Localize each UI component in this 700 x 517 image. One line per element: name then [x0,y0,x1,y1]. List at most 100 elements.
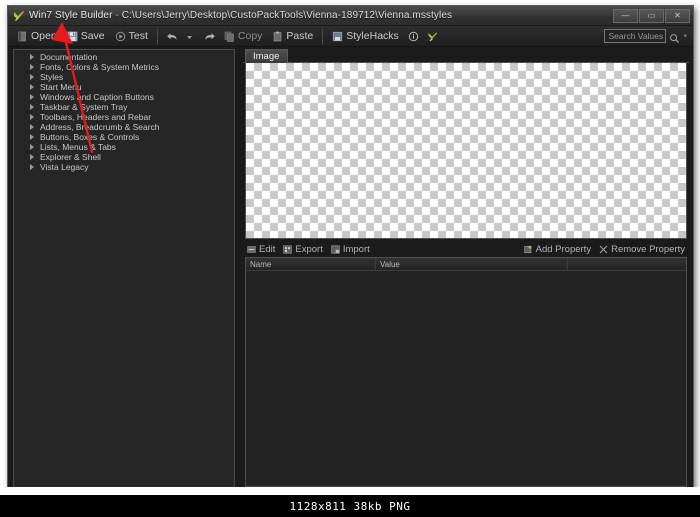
extra-tool-button[interactable] [423,28,442,45]
application-window: Win7 Style Builder - C:\Users\Jerry\Desk… [7,5,694,494]
search-input[interactable]: Search Values [604,29,667,43]
tree-item-label: Start Menu [40,82,82,92]
tree-item-lists-menus-tabs[interactable]: Lists, Menus & Tabs [14,142,234,152]
save-button[interactable]: Save [62,28,110,45]
maximize-icon: ▭ [647,11,656,20]
column-header-extra[interactable] [568,258,686,270]
paste-icon [272,31,283,42]
property-toolbar: Edit Export Import Add Property Remove P… [243,242,689,256]
expand-arrow-icon[interactable] [29,93,36,101]
expand-arrow-icon[interactable] [29,133,36,141]
edit-button-label: Edit [259,243,276,255]
remove-property-button-label: Remove Property [611,243,685,255]
panel-splitter[interactable] [236,49,243,489]
expand-arrow-icon[interactable] [29,143,36,151]
import-button-label: Import [342,243,370,255]
redo-arrow-icon [204,31,215,42]
search-placeholder: Search Values [608,31,664,41]
tree-item-taskbar-system-tray[interactable]: Taskbar & System Tray [14,102,234,112]
tree-item-styles[interactable]: Styles [14,72,234,82]
property-table-body [246,271,686,486]
toolbar-separator-2 [322,28,324,44]
stylehacks-button-label: StyleHacks [346,30,399,42]
editor-tabstrip: Image [243,49,689,63]
maximize-button[interactable]: ▭ [639,9,664,23]
undo-arrow-icon [166,31,177,42]
toolbar-separator-1 [156,28,158,44]
copy-icon [224,31,235,42]
open-button[interactable]: Open [12,28,62,45]
tree-item-label: Lists, Menus & Tabs [40,142,116,152]
category-tree-panel[interactable]: Documentation Fonts, Colors & System Met… [13,49,235,489]
expand-arrow-icon[interactable] [29,73,36,81]
edit-icon [247,245,256,254]
folder-open-icon [17,31,28,42]
test-button[interactable]: Test [110,28,153,45]
tree-item-label: Styles [40,72,64,82]
info-button[interactable] [404,28,423,45]
copy-button[interactable]: Copy [219,28,268,45]
expand-arrow-icon[interactable] [29,113,36,121]
remove-property-button[interactable]: Remove Property [595,243,689,256]
image-info-text: 1128x811 38kb PNG [289,499,411,513]
tab-image[interactable]: Image [245,49,289,63]
tree-item-label: Toolbars, Headers and Rebar [40,112,152,122]
body-area: Documentation Fonts, Colors & System Met… [8,47,693,493]
tree-item-toolbars-headers-rebar[interactable]: Toolbars, Headers and Rebar [14,112,234,122]
search-icon[interactable] [669,31,680,43]
close-icon: ✕ [674,11,681,20]
chevron-down-icon [185,31,196,42]
expand-arrow-icon[interactable] [29,63,36,71]
redo-button[interactable] [200,28,219,45]
column-header-value[interactable]: Value [376,258,568,270]
add-property-button[interactable]: Add Property [520,243,595,256]
window-title-dash: - [115,10,119,21]
minimize-button[interactable]: — [613,9,638,23]
tree-item-label: Explorer & Shell [40,152,101,162]
export-button[interactable]: Export [279,243,326,256]
tree-item-buttons-boxes-controls[interactable]: Buttons, Boxes & Controls [14,132,234,142]
stylehacks-icon [332,31,343,42]
wand-icon [427,31,438,42]
tree-item-label: Address, Breadcrumb & Search [40,122,160,132]
expand-arrow-icon[interactable] [29,163,36,171]
expand-arrow-icon[interactable] [29,83,36,91]
image-preview-canvas[interactable] [245,63,687,239]
copy-button-label: Copy [237,30,263,42]
tree-item-label: Buttons, Boxes & Controls [40,132,140,142]
expand-arrow-icon[interactable] [29,53,36,61]
tree-item-explorer-shell[interactable]: Explorer & Shell [14,152,234,162]
tree-item-documentation[interactable]: Documentation [14,52,234,62]
editor-panel: Image Edit Export Import Add Property Re… [243,49,689,489]
search-dropdown-icon[interactable]: ▾ [683,33,687,40]
import-button[interactable]: Import [327,243,374,256]
paste-button[interactable]: Paste [267,28,318,45]
tree-item-windows-and-caption-buttons[interactable]: Windows and Caption Buttons [14,92,234,102]
app-icon [12,9,26,23]
search-area: Search Values ▾ [604,29,687,43]
expand-arrow-icon[interactable] [29,123,36,131]
tree-item-label: Taskbar & System Tray [40,102,128,112]
column-header-name[interactable]: Name [246,258,376,270]
tree-item-start-menu[interactable]: Start Menu [14,82,234,92]
window-title-app: Win7 Style Builder [29,10,113,21]
minimize-icon: — [621,11,630,20]
edit-button[interactable]: Edit [243,243,279,256]
paste-button-label: Paste [286,30,314,42]
undo-dropdown-button[interactable] [181,28,200,45]
expand-arrow-icon[interactable] [29,103,36,111]
title-bar[interactable]: Win7 Style Builder - C:\Users\Jerry\Desk… [8,6,693,26]
expand-arrow-icon[interactable] [29,153,36,161]
tree-item-address-breadcrumb-search[interactable]: Address, Breadcrumb & Search [14,122,234,132]
tree-item-vista-legacy[interactable]: Vista Legacy [14,162,234,172]
window-controls: — ▭ ✕ [613,9,690,23]
tree-item-fonts-colors-system-metrics[interactable]: Fonts, Colors & System Metrics [14,62,234,72]
property-table[interactable]: Name Value [245,257,687,487]
footer-gap [0,487,700,495]
export-button-label: Export [295,243,323,255]
stylehacks-button[interactable]: StyleHacks [327,28,404,45]
play-test-icon [115,31,126,42]
close-button[interactable]: ✕ [665,9,690,23]
undo-button[interactable] [162,28,181,45]
tab-image-label: Image [253,51,280,62]
